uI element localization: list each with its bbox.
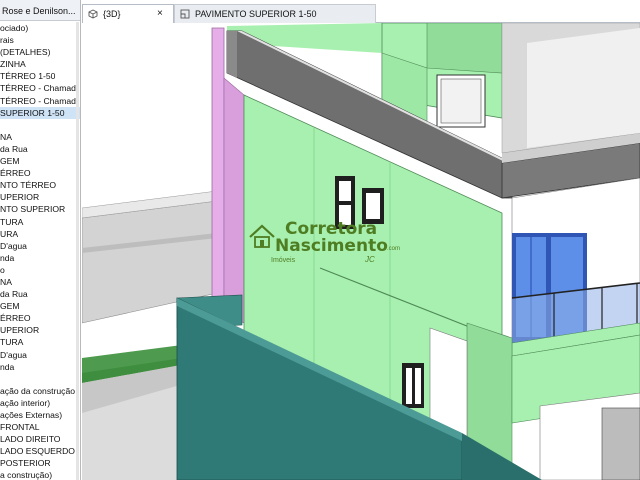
tree-item[interactable]: NA [0,131,80,143]
close-icon[interactable]: × [157,5,163,23]
tree-item[interactable] [0,373,80,385]
tree-item[interactable]: GEM [0,300,80,312]
tab-plan-label: PAVIMENTO SUPERIOR 1-50 [195,9,317,19]
project-browser-header: Rose e Denilson... [0,0,80,21]
tree-item[interactable]: LADO ESQUERDO [0,445,80,457]
tree-item[interactable]: ação da construção [0,385,80,397]
tree-item[interactable]: TURA [0,216,80,228]
tree-item[interactable]: LADO DIREITO [0,433,80,445]
tree-item[interactable]: FRONTAL [0,421,80,433]
tree-item[interactable]: da Rua [0,143,80,155]
tree-item[interactable]: UPERIOR [0,191,80,203]
lower-right-window [601,407,640,480]
tree-item[interactable]: D'agua [0,240,80,252]
tree-item[interactable]: TÉRREO - Chamad [0,82,80,94]
tree-item[interactable]: o [0,264,80,276]
project-browser-title: Rose e Denilson... [2,6,76,16]
project-browser: Rose e Denilson... ociado) rais (DETALHES)… [0,0,81,480]
tree-item[interactable]: ÉRREO [0,167,80,179]
3d-viewport[interactable]: Corretora Nascimento .com Imóveis JC [82,23,640,480]
watermark-sub: Imóveis [271,257,296,264]
tab-3d-view[interactable]: {3D} × [82,4,174,23]
tree-item[interactable]: URA [0,228,80,240]
tab-pavimento-superior[interactable]: PAVIMENTO SUPERIOR 1-50 [174,4,376,23]
tree-item[interactable]: da Rua [0,288,80,300]
tree-item[interactable]: NTO TÉRREO [0,179,80,191]
tree-item[interactable]: ações Externas) [0,409,80,421]
tree-item[interactable]: D'agua [0,349,80,361]
tree-item[interactable]: GEM [0,155,80,167]
watermark-signature: JC [365,255,375,264]
pink-side-wall [211,27,225,314]
tree-item[interactable]: TÉRREO 1-50 [0,70,80,82]
tree-item[interactable]: UPERIOR [0,324,80,336]
watermark-line2: Nascimento [275,236,388,256]
tree-item[interactable]: rais [0,34,80,46]
project-browser-scrollbar[interactable] [76,22,79,480]
cube-3d-icon [88,9,98,19]
tree-item[interactable]: nda [0,252,80,264]
tree-item[interactable]: TÉRREO - Chamad [0,95,80,107]
project-browser-tree: ociado) rais (DETALHES) ZINHA TÉRREO 1-50 TÉR… [0,22,80,480]
view-tabs: {3D} × PAVIMENTO SUPERIOR 1-50 [82,4,640,23]
watermark: Corretora Nascimento .com Imóveis JC [247,219,407,279]
tree-item[interactable]: ociado) [0,22,80,34]
tree-item[interactable]: ZINHA [0,58,80,70]
house-logo-icon [249,224,275,248]
tab-3d-label: {3D} [103,9,121,19]
tree-item[interactable]: ação interior) [0,397,80,409]
floor-plan-icon [180,9,190,19]
tree-item[interactable]: (DETALHES) [0,46,80,58]
tree-item[interactable]: nda [0,361,80,373]
tree-item[interactable]: NA [0,276,80,288]
tree-item[interactable]: ÉRREO [0,312,80,324]
tree-item[interactable]: TURA [0,336,80,348]
watermark-dotcom: .com [387,246,401,252]
tree-item[interactable]: SUPERIOR 1-50 [0,106,80,119]
tree-item[interactable] [0,119,80,131]
tree-item[interactable]: POSTERIOR [0,457,80,469]
tree-item[interactable]: NTO SUPERIOR [0,203,80,215]
tree-item[interactable]: a construção) [0,469,80,480]
